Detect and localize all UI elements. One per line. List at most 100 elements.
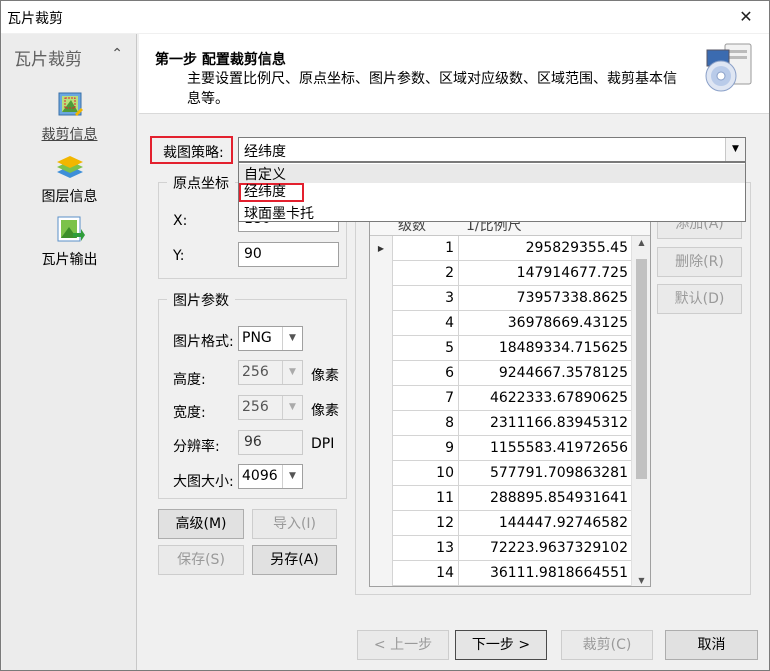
scale-cell[interactable]: 288895.854931641 [459,486,632,511]
strategy-select-value: 经纬度 [244,144,286,160]
scale-cell[interactable]: 18489334.715625 [459,336,632,361]
scale-cell[interactable]: 147914677.725 [459,261,632,286]
level-cell[interactable]: 7 [393,386,459,411]
level-cell[interactable]: 4 [393,311,459,336]
sidebar-item-layer-info[interactable]: 图层信息 [2,152,137,212]
level-cell[interactable]: 2 [393,261,459,286]
vertical-scrollbar[interactable]: ▲ ▼ [631,236,650,586]
height-select[interactable]: 256 ▼ [238,360,303,385]
format-select[interactable]: PNG ▼ [238,326,303,351]
row-indicator: ▶ [370,236,393,261]
level-cell[interactable]: 3 [393,286,459,311]
scale-cell[interactable]: 36978669.43125 [459,311,632,336]
level-cell[interactable]: 5 [393,336,459,361]
scale-cell[interactable]: 2311166.83945312 [459,411,632,436]
level-cell[interactable]: 6 [393,361,459,386]
row-indicator [370,436,393,461]
bigsize-select-value: 4096 [242,468,278,484]
scale-table[interactable]: 级数 1/比例尺 ▶ 1 295829355.45 2 147914677.725 3 73… [369,208,651,587]
level-cell[interactable]: 13 [393,536,459,561]
strategy-label: 裁图策略: [150,136,233,164]
level-cell[interactable]: 9 [393,436,459,461]
next-step-button[interactable]: 下一步 > [455,630,547,660]
origin-y-input[interactable]: 90 [238,242,339,267]
sidebar-item-tile-output[interactable]: 瓦片输出 [2,215,137,275]
scale-cell[interactable]: 4622333.67890625 [459,386,632,411]
chevron-down-icon[interactable]: ▼ [282,327,302,350]
save-button[interactable]: 保存(S) [158,545,244,575]
resolution-input[interactable]: 96 [238,430,303,455]
scale-cell[interactable]: 295829355.45 [459,236,632,261]
resolution-label: 分辨率: [173,439,220,455]
prev-step-button[interactable]: < 上一步 [357,630,449,660]
scale-cell[interactable]: 577791.709863281 [459,461,632,486]
scale-cell[interactable]: 1155583.41972656 [459,436,632,461]
title-bar: 瓦片裁剪 ✕ [1,1,769,33]
row-indicator [370,486,393,511]
sidebar-item-label: 瓦片输出 [41,252,98,268]
crop-button[interactable]: 裁剪(C) [561,630,653,660]
cancel-button[interactable]: 取消 [665,630,758,660]
import-button[interactable]: 导入(I) [252,509,337,539]
bigsize-label: 大图大小: [173,474,234,490]
row-indicator [370,261,393,286]
level-cell[interactable]: 12 [393,511,459,536]
table-row[interactable]: 2 147914677.725 [370,261,632,286]
advanced-button[interactable]: 高级(M) [158,509,244,539]
sidebar-item-label: 图层信息 [41,189,98,205]
scroll-down-icon[interactable]: ▼ [632,576,650,585]
width-select[interactable]: 256 ▼ [238,395,303,420]
table-row[interactable]: 8 2311166.83945312 [370,411,632,436]
strategy-select[interactable]: 经纬度 ▼ [238,137,746,162]
table-row[interactable]: 11 288895.854931641 [370,486,632,511]
chevron-up-icon[interactable]: ⌃ [111,46,123,62]
layers-icon [57,156,83,178]
sidebar-item-crop-info[interactable]: 裁剪信息 [2,90,137,150]
strategy-option-latlon[interactable]: 经纬度 [239,183,304,202]
width-label: 宽度: [173,405,206,421]
strategy-option-mercator[interactable]: 球面墨卡托 [239,203,745,222]
table-row[interactable]: 9 1155583.41972656 [370,436,632,461]
level-cell[interactable]: 14 [393,561,459,586]
chevron-down-icon[interactable]: ▼ [725,138,745,161]
chevron-down-icon[interactable]: ▼ [282,396,302,419]
table-row[interactable]: 3 73957338.8625 [370,286,632,311]
sidebar-header[interactable]: 瓦片裁剪 ⌃ [2,34,137,78]
scrollbar-thumb[interactable] [636,259,647,479]
table-row[interactable]: 5 18489334.715625 [370,336,632,361]
level-cell[interactable]: 10 [393,461,459,486]
row-indicator [370,311,393,336]
table-row[interactable]: 10 577791.709863281 [370,461,632,486]
table-row[interactable]: 14 36111.9818664551 [370,561,632,586]
width-unit: 像素 [311,403,339,419]
table-row[interactable]: 4 36978669.43125 [370,311,632,336]
level-cell[interactable]: 8 [393,411,459,436]
close-button[interactable]: ✕ [723,1,769,33]
bigsize-select[interactable]: 4096 ▼ [238,464,303,489]
table-row[interactable]: 12 144447.92746582 [370,511,632,536]
scale-cell[interactable]: 144447.92746582 [459,511,632,536]
save-as-button[interactable]: 另存(A) [252,545,337,575]
scale-cell[interactable]: 73957338.8625 [459,286,632,311]
chevron-down-icon[interactable]: ▼ [282,465,302,488]
scroll-up-icon[interactable]: ▲ [632,238,650,247]
scale-cell[interactable]: 9244667.3578125 [459,361,632,386]
cd-computer-icon [705,43,752,92]
table-row[interactable]: 13 72223.9637329102 [370,536,632,561]
table-row[interactable]: 7 4622333.67890625 [370,386,632,411]
strategy-option-custom[interactable]: 自定义 [239,164,745,183]
table-row[interactable]: 6 9244667.3578125 [370,361,632,386]
table-row[interactable]: ▶ 1 295829355.45 [370,236,632,261]
row-indicator [370,411,393,436]
image-params-title: 图片参数 [167,290,235,310]
level-cell[interactable]: 11 [393,486,459,511]
default-button[interactable]: 默认(D) [657,284,742,314]
strategy-dropdown-list: 自定义 经纬度 球面墨卡托 [238,162,746,222]
delete-button[interactable]: 删除(R) [657,247,742,277]
level-cell[interactable]: 1 [393,236,459,261]
scale-cell[interactable]: 36111.9818664551 [459,561,632,586]
chevron-down-icon[interactable]: ▼ [282,361,302,384]
row-indicator [370,386,393,411]
step-description: 主要设置比例尺、原点坐标、图片参数、区域对应级数、区域范围、裁剪基本信息等。 [187,71,677,107]
scale-cell[interactable]: 72223.9637329102 [459,536,632,561]
